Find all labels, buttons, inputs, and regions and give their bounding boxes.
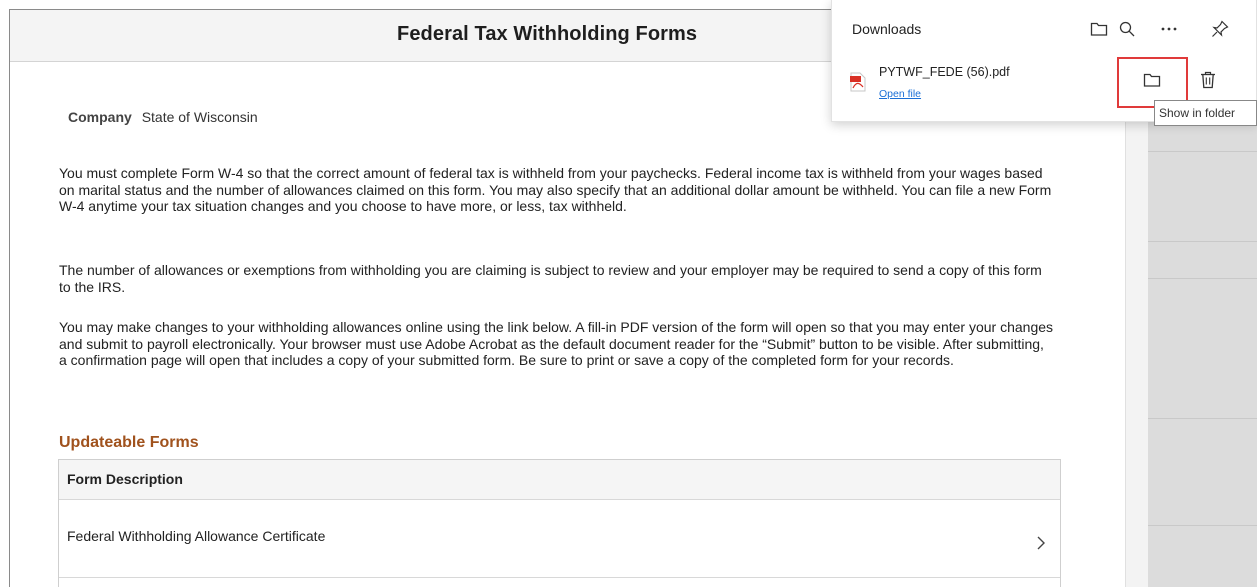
more-icon <box>1161 27 1177 31</box>
delete-download-button[interactable] <box>1194 66 1222 94</box>
search-downloads-button[interactable] <box>1115 17 1139 41</box>
form-row-label: Federal Withholding Allowance Certificat… <box>67 528 326 544</box>
pin-downloads-button[interactable] <box>1208 17 1232 41</box>
pdf-icon <box>850 72 866 92</box>
company-info: Company State of Wisconsin <box>68 109 258 125</box>
open-file-link[interactable]: Open file <box>879 88 921 100</box>
trash-icon <box>1201 71 1215 89</box>
show-in-folder-tooltip: Show in folder <box>1154 100 1257 126</box>
pin-icon <box>1212 20 1229 37</box>
instructions-paragraph-3: You may make changes to your withholding… <box>59 319 1054 368</box>
more-options-button[interactable] <box>1157 17 1181 41</box>
company-value: State of Wisconsin <box>141 109 258 125</box>
instructions-paragraph-1: You must complete Form W-4 so that the c… <box>59 165 1052 214</box>
chevron-right-icon <box>1037 536 1045 550</box>
folder-icon <box>1090 22 1108 36</box>
open-downloads-folder-button[interactable] <box>1087 17 1111 41</box>
background-gray-area <box>1148 63 1257 587</box>
page-title: Federal Tax Withholding Forms <box>397 23 698 45</box>
table-header: Form Description <box>59 460 1060 500</box>
instructions-paragraph-2: The number of allowances or exemptions f… <box>59 262 1042 295</box>
company-label: Company <box>68 109 132 125</box>
table-row[interactable]: Federal Withholding Allowance Certificat… <box>59 500 1060 578</box>
right-side-panel <box>1125 63 1148 587</box>
section-title: Updateable Forms <box>59 434 199 451</box>
forms-table: Form Description Federal Withholding All… <box>58 459 1061 587</box>
download-filename: PYTWF_FEDE (56).pdf <box>879 65 1010 79</box>
downloads-title: Downloads <box>852 21 922 37</box>
search-icon <box>1119 21 1135 37</box>
